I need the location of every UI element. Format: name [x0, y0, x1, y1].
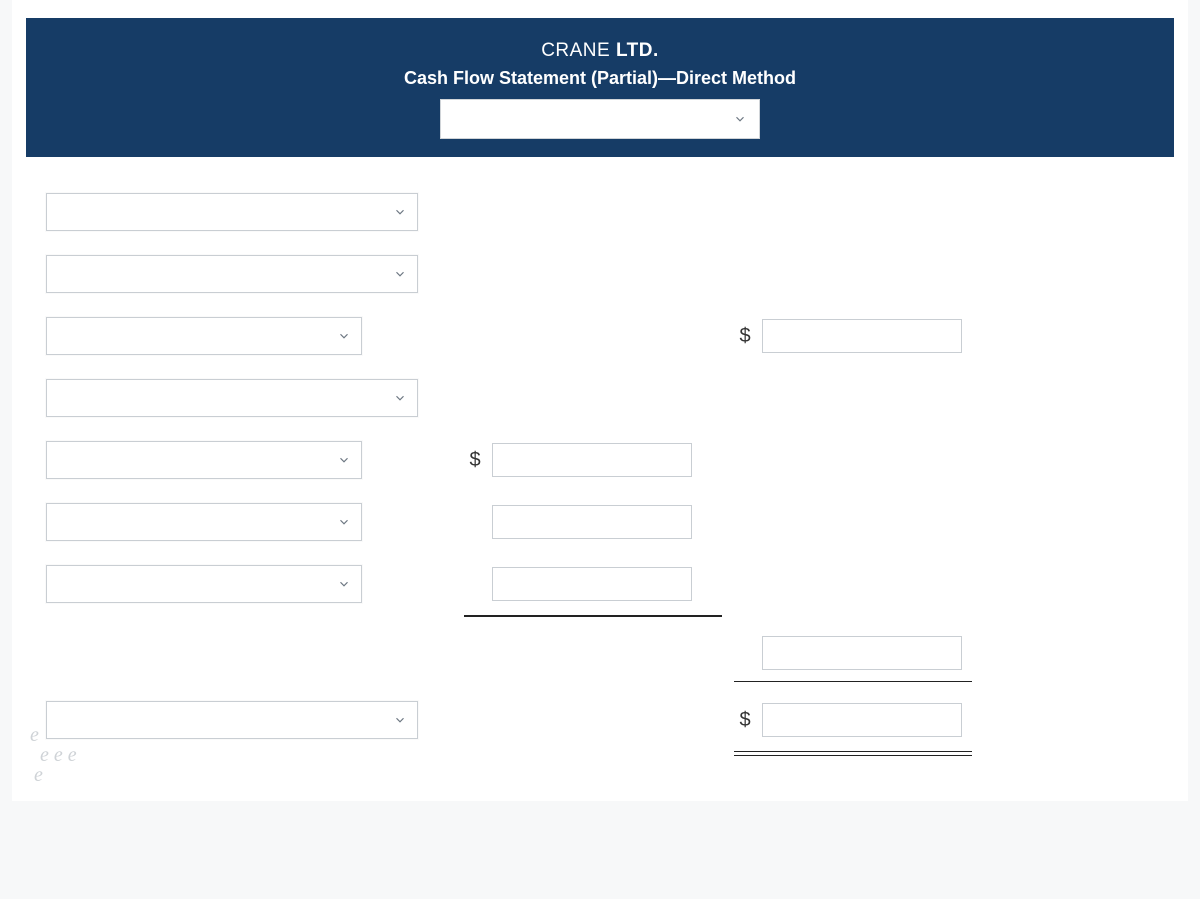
line-item-row: $	[12, 305, 1188, 367]
total-rule	[734, 755, 972, 756]
chevron-down-icon	[393, 205, 407, 219]
account-select[interactable]	[46, 379, 418, 417]
statement-header: CRANE LTD. Cash Flow Statement (Partial)…	[26, 18, 1174, 157]
amount-right-group: $	[734, 703, 962, 737]
company-name-suffix: LTD.	[616, 40, 659, 61]
amount-input[interactable]	[762, 703, 962, 737]
worksheet: CRANE LTD. Cash Flow Statement (Partial)…	[12, 0, 1188, 801]
chevron-down-icon	[337, 453, 351, 467]
amount-input[interactable]	[762, 319, 962, 353]
account-select[interactable]	[46, 441, 362, 479]
subtotal-rule	[464, 615, 722, 617]
line-item-row	[12, 243, 1188, 305]
total-row: $	[12, 689, 1188, 751]
watermark-line: e	[34, 765, 77, 785]
account-select[interactable]	[46, 565, 362, 603]
amount-right-group	[762, 636, 962, 670]
chevron-down-icon	[337, 515, 351, 529]
amount-mid-group	[492, 505, 692, 539]
subtotal-row	[12, 625, 1188, 681]
chevron-down-icon	[337, 329, 351, 343]
company-name-prefix: CRANE	[541, 40, 616, 61]
total-rule	[734, 751, 972, 752]
account-select[interactable]	[46, 701, 418, 739]
statement-body: $ $	[12, 139, 1188, 761]
account-select[interactable]	[46, 255, 418, 293]
amount-input[interactable]	[492, 505, 692, 539]
company-name: CRANE LTD.	[26, 40, 1174, 62]
subtotal-rule	[734, 681, 972, 682]
amount-input[interactable]	[492, 567, 692, 601]
line-item-row	[12, 367, 1188, 429]
chevron-down-icon	[733, 112, 747, 126]
line-item-row	[12, 491, 1188, 553]
line-item-row	[12, 553, 1188, 615]
line-item-row	[12, 181, 1188, 243]
currency-symbol: $	[734, 709, 756, 732]
amount-input[interactable]	[762, 636, 962, 670]
line-item-row: $	[12, 429, 1188, 491]
statement-title: Cash Flow Statement (Partial)—Direct Met…	[26, 68, 1174, 89]
currency-symbol: $	[464, 449, 486, 472]
amount-right-group: $	[734, 319, 962, 353]
account-select[interactable]	[46, 193, 418, 231]
currency-symbol: $	[734, 325, 756, 348]
period-select[interactable]	[440, 99, 760, 139]
chevron-down-icon	[337, 577, 351, 591]
chevron-down-icon	[393, 267, 407, 281]
chevron-down-icon	[393, 713, 407, 727]
chevron-down-icon	[393, 391, 407, 405]
amount-mid-group	[492, 567, 692, 601]
account-select[interactable]	[46, 503, 362, 541]
amount-mid-group: $	[464, 443, 692, 477]
amount-input[interactable]	[492, 443, 692, 477]
account-select[interactable]	[46, 317, 362, 355]
